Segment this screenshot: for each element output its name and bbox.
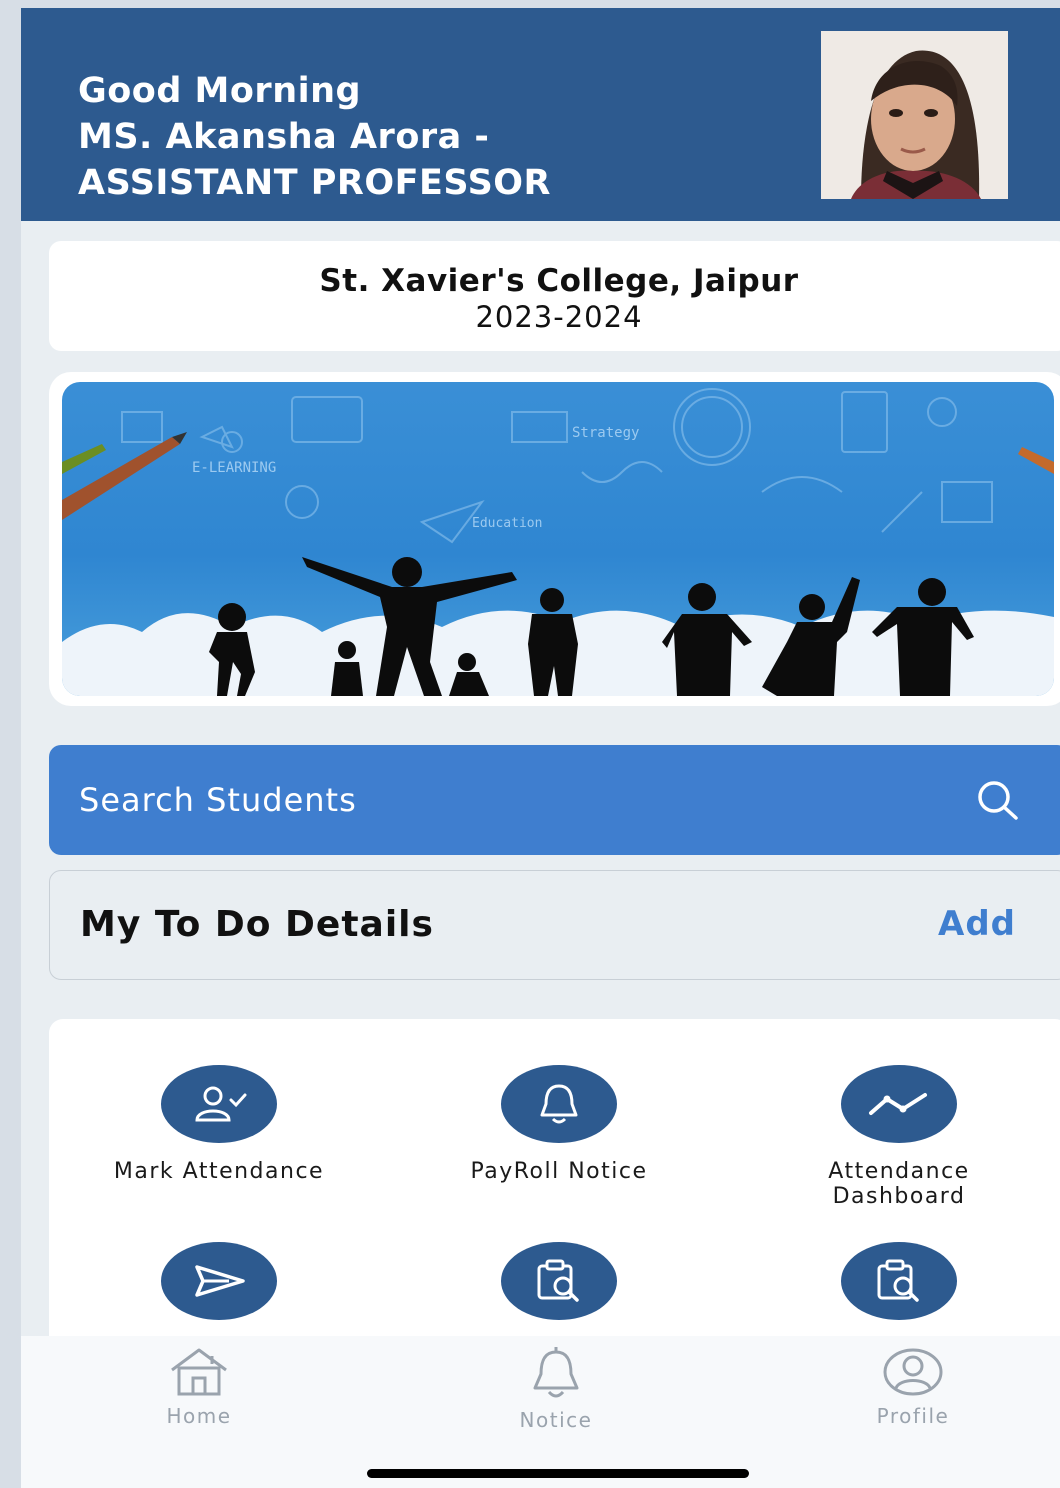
send-tile[interactable] (49, 1242, 389, 1320)
bell-icon (533, 1347, 579, 1398)
add-todo-button[interactable]: Add (938, 904, 1016, 944)
clipboard-search-tile-2[interactable] (729, 1242, 1060, 1320)
nav-notice[interactable]: Notice (456, 1346, 656, 1432)
banner-card: E-LEARNING Education Strategy (49, 372, 1060, 706)
nav-home-label: Home (166, 1404, 232, 1428)
user-role: ASSISTANT PROFESSOR (78, 163, 551, 203)
svg-text:Education: Education (472, 516, 542, 531)
nav-notice-label: Notice (519, 1408, 593, 1432)
header: Good Morning MS. Akansha Arora - ASSISTA… (21, 8, 1060, 221)
send-icon (161, 1242, 277, 1320)
bell-icon (501, 1065, 617, 1143)
attendance-dashboard-label: Attendance Dashboard (729, 1159, 1060, 1209)
education-banner-illustration: E-LEARNING Education Strategy (62, 382, 1054, 696)
nav-profile[interactable]: Profile (813, 1346, 1013, 1428)
profile-icon (883, 1348, 943, 1396)
home-icon (171, 1348, 227, 1396)
todo-section: My To Do Details Add (49, 870, 1060, 980)
college-card: St. Xavier's College, Jaipur 2023-2024 (49, 241, 1060, 351)
nav-profile-label: Profile (876, 1404, 950, 1428)
attendance-dashboard-label-line2: Dashboard (832, 1184, 966, 1209)
clipboard-search-tile-1[interactable] (389, 1242, 729, 1320)
nav-home[interactable]: Home (99, 1346, 299, 1428)
search-students-label: Search Students (79, 781, 357, 819)
svg-text:E-LEARNING: E-LEARNING (192, 460, 276, 476)
clipboard-search-icon (501, 1242, 617, 1320)
app-screen: Good Morning MS. Akansha Arora - ASSISTA… (21, 8, 1060, 1488)
college-name: St. Xavier's College, Jaipur (319, 263, 799, 299)
mark-attendance-label: Mark Attendance (113, 1159, 325, 1184)
trend-icon (841, 1065, 957, 1143)
svg-text:Strategy: Strategy (572, 425, 639, 441)
clipboard-search-icon (841, 1242, 957, 1320)
payroll-notice-tile[interactable]: PayRoll Notice (389, 1065, 729, 1184)
user-name: MS. Akansha Arora - (78, 117, 490, 157)
search-icon[interactable] (974, 778, 1022, 822)
payroll-notice-label: PayRoll Notice (470, 1159, 648, 1184)
user-check-icon (161, 1065, 277, 1143)
attendance-dashboard-label-line1: Attendance (828, 1159, 970, 1184)
attendance-dashboard-tile[interactable]: Attendance Dashboard (729, 1065, 1060, 1209)
greeting-block: Good Morning MS. Akansha Arora - ASSISTA… (78, 68, 551, 206)
greeting-text: Good Morning (78, 71, 362, 111)
academic-session: 2023-2024 (475, 300, 643, 334)
mark-attendance-tile[interactable]: Mark Attendance (49, 1065, 389, 1184)
avatar[interactable] (821, 31, 1008, 199)
home-indicator[interactable] (367, 1469, 749, 1478)
todo-title: My To Do Details (80, 904, 434, 945)
search-students-bar[interactable]: Search Students (49, 745, 1060, 855)
bottom-nav: Home Notice Profile (21, 1336, 1060, 1488)
